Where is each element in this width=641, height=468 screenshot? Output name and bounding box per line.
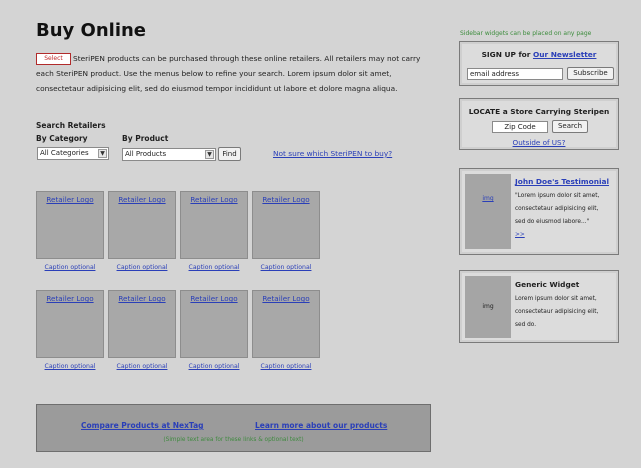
testimonial-quote: "Lorem ipsum dolor sit amet, consectetau… [515,193,600,225]
store-locator-widget: LOCATE a Store Carrying Steripen Zip Cod… [459,98,619,150]
testimonial-image-label[interactable]: img [482,195,493,202]
retailer-logo-link[interactable]: Retailer Logo [46,294,93,303]
find-button[interactable]: Find [218,147,241,161]
retailer-logo-link[interactable]: Retailer Logo [262,294,309,303]
outside-us-link[interactable]: Outside of US? [460,138,618,147]
retailer-logo-link[interactable]: Retailer Logo [118,294,165,303]
zip-code-input[interactable]: Zip Code [492,121,548,133]
intro-text: SteriPEN products can be purchased throu… [36,54,421,93]
compare-products-link[interactable]: Compare Products at NexTag [81,421,204,430]
retailer-caption[interactable]: Caption optional [252,363,320,370]
retailer-tile[interactable]: Retailer Logo [36,290,104,358]
learn-more-link[interactable]: Learn more about our products [255,421,387,430]
retailer-caption[interactable]: Caption optional [180,264,248,271]
generic-widget-image: img [465,276,511,338]
chevron-down-icon: ▼ [205,150,214,159]
select-badge[interactable]: Select [36,53,71,65]
newsletter-title-prefix: SIGN UP for [481,50,533,59]
testimonial-title-link[interactable]: John Doe's Testimonial [515,177,609,186]
main-content: Buy Online Select SteriPEN products can b… [0,0,445,468]
subscribe-button[interactable]: Subscribe [567,67,614,80]
not-sure-link[interactable]: Not sure which SteriPEN to buy? [273,149,392,158]
intro-paragraph: Select SteriPEN products can be purchased… [36,51,436,96]
retailer-caption[interactable]: Caption optional [36,363,104,370]
newsletter-title: SIGN UP for Our Newsletter [460,50,618,59]
retailer-caption[interactable]: Caption optional [180,363,248,370]
search-retailers-heading: Search Retailers [36,121,106,130]
sidebar-note: Sidebar widgets can be placed on any pag… [460,30,592,37]
retailer-tile[interactable]: Retailer Logo [252,290,320,358]
retailer-caption[interactable]: Caption optional [36,264,104,271]
retailer-caption[interactable]: Caption optional [252,264,320,271]
generic-widget-title: Generic Widget [515,280,580,289]
chevron-down-icon: ▼ [98,149,107,158]
retailer-logo-link[interactable]: Retailer Logo [46,195,93,204]
by-category-label: By Category [36,134,88,143]
retailer-logo-link[interactable]: Retailer Logo [118,195,165,204]
newsletter-link[interactable]: Our Newsletter [533,50,596,59]
retailer-caption[interactable]: Caption optional [108,264,176,271]
retailer-logo-link[interactable]: Retailer Logo [262,195,309,204]
testimonial-text: "Lorem ipsum dolor sit amet, consectetau… [515,190,600,242]
compare-links-box: Compare Products at NexTag Learn more ab… [36,404,431,452]
store-search-button[interactable]: Search [552,120,588,133]
category-select[interactable]: All Categories ▼ [37,147,109,160]
retailer-tile[interactable]: Retailer Logo [108,290,176,358]
generic-widget-text: Lorem ipsum dolor sit amet, consectetaur… [515,296,599,328]
locate-title: LOCATE a Store Carrying Steripen [468,107,610,116]
by-product-label: By Product [122,134,169,143]
product-select[interactable]: All Products ▼ [122,148,216,161]
retailer-tile[interactable]: Retailer Logo [108,191,176,259]
product-select-value: All Products [125,150,167,158]
retailer-logo-link[interactable]: Retailer Logo [190,195,237,204]
generic-widget: img Generic Widget Lorem ipsum dolor sit… [459,270,619,343]
page-title: Buy Online [36,20,147,41]
email-input[interactable]: email address [467,68,563,80]
retailer-caption[interactable]: Caption optional [108,363,176,370]
newsletter-widget: SIGN UP for Our Newsletter email address… [459,41,619,86]
simple-text-note: (Simple text area for these links & opti… [163,437,304,443]
retailer-tile[interactable]: Retailer Logo [36,191,104,259]
retailer-tile[interactable]: Retailer Logo [180,290,248,358]
retailer-logo-link[interactable]: Retailer Logo [190,294,237,303]
testimonial-image: img [465,174,511,249]
retailer-tile[interactable]: Retailer Logo [252,191,320,259]
testimonial-more-link[interactable]: >> [515,232,525,238]
testimonial-widget: img John Doe's Testimonial "Lorem ipsum … [459,168,619,255]
retailer-tile[interactable]: Retailer Logo [180,191,248,259]
category-select-value: All Categories [40,149,89,157]
